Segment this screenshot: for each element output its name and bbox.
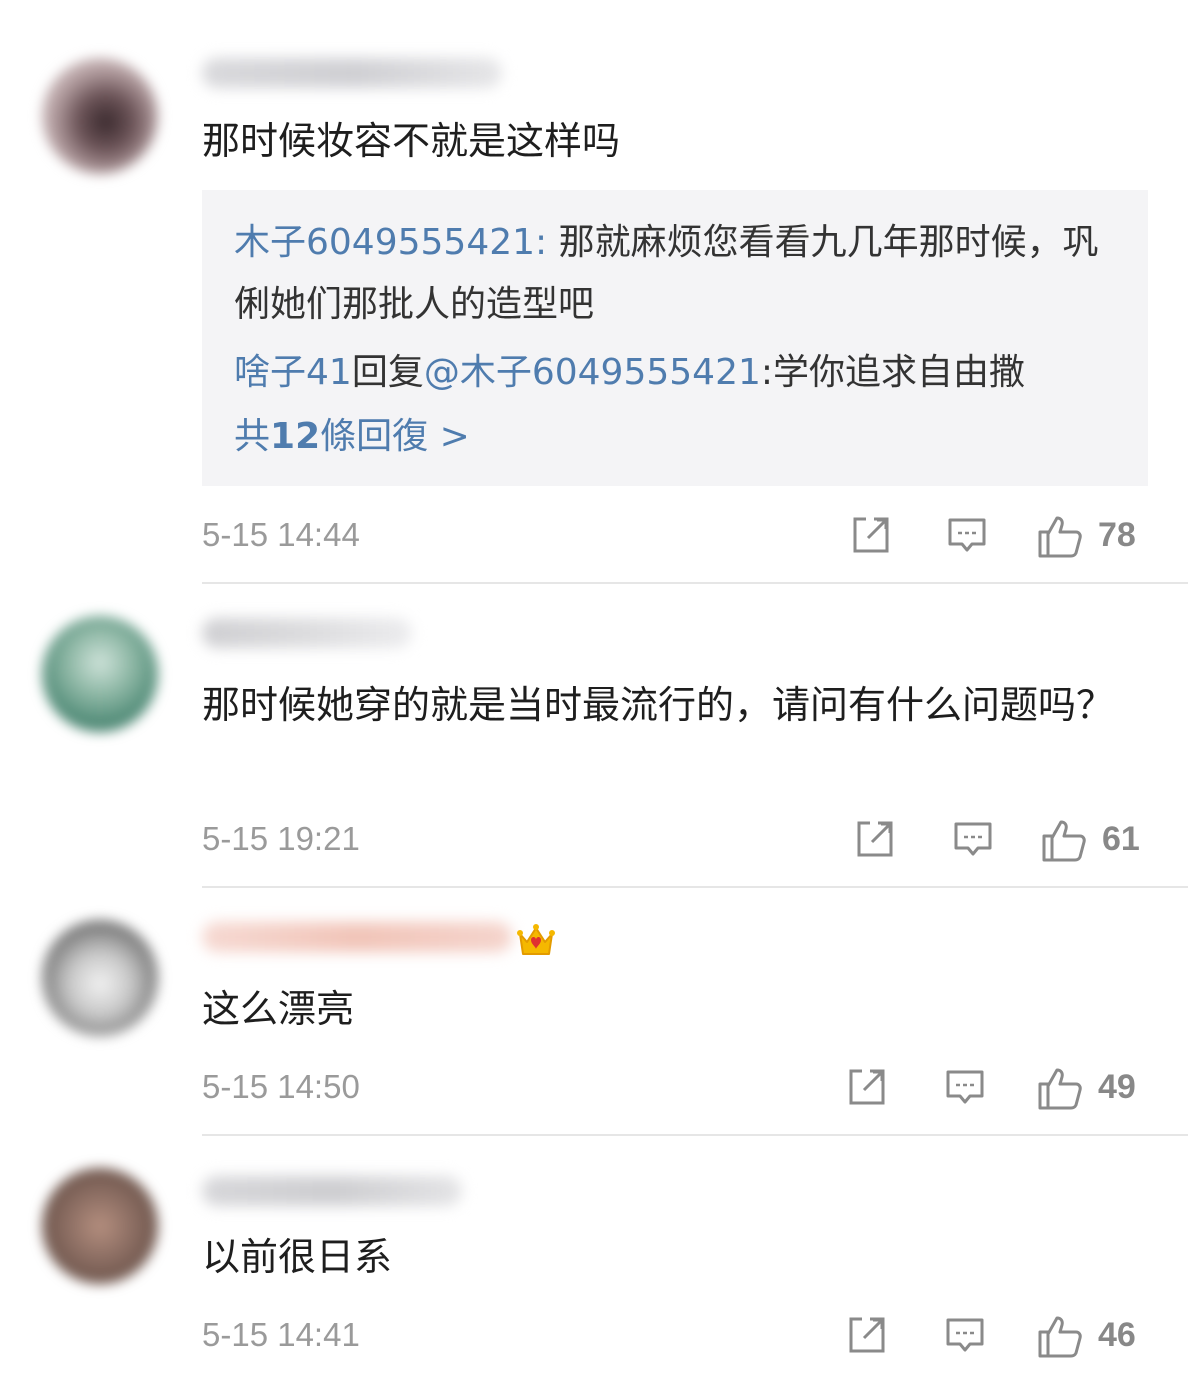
- divider: [202, 886, 1188, 888]
- mention-link[interactable]: @木子6049555421: [424, 352, 761, 393]
- like-button[interactable]: 46: [1036, 1308, 1146, 1364]
- view-all-replies-link[interactable]: 共12條回復 >: [234, 410, 1118, 464]
- crown-badge-icon: [517, 924, 555, 955]
- thumbs-up-icon: [1038, 516, 1082, 558]
- share-icon[interactable]: [854, 818, 896, 860]
- like-button[interactable]: 61: [1040, 812, 1146, 868]
- username-blurred[interactable]: [202, 58, 502, 88]
- username-blurred[interactable]: [202, 618, 412, 648]
- avatar[interactable]: [42, 1168, 158, 1284]
- timestamp: 5-15 14:50: [202, 1068, 360, 1105]
- thumbs-up-icon: [1038, 1316, 1082, 1358]
- like-count: 78: [1098, 516, 1136, 554]
- timestamp: 5-15 14:41: [202, 1316, 360, 1353]
- like-button[interactable]: 49: [1036, 1060, 1146, 1116]
- comment-icon[interactable]: [952, 818, 994, 860]
- timestamp: 5-15 19:21: [202, 820, 360, 857]
- share-icon[interactable]: [850, 514, 892, 556]
- reply-username-link[interactable]: 啥子41: [234, 352, 352, 393]
- divider: [202, 582, 1188, 584]
- avatar[interactable]: [42, 920, 158, 1036]
- reply-username-link[interactable]: 木子6049555421: [234, 222, 535, 263]
- like-count: 46: [1098, 1316, 1136, 1354]
- reply-line: 木子6049555421: 那就麻烦您看看九几年那时候，巩俐她们那批人的造型吧: [234, 222, 1099, 325]
- reply-count-number: 12: [270, 416, 321, 457]
- comment-meta: 5-15 14:44 78: [202, 508, 1152, 564]
- share-icon[interactable]: [846, 1066, 888, 1108]
- username-blurred[interactable]: [202, 922, 512, 952]
- share-icon[interactable]: [846, 1314, 888, 1356]
- avatar[interactable]: [42, 616, 158, 732]
- avatar[interactable]: [42, 58, 158, 174]
- like-count: 49: [1098, 1068, 1136, 1106]
- comment-text: 这么漂亮: [202, 987, 355, 1031]
- reply-text: :学你追求自由撒: [760, 352, 1026, 393]
- reply-connector: 回复: [351, 352, 424, 393]
- comment-meta: 5-15 14:50 49: [202, 1060, 1152, 1116]
- comment-icon[interactable]: [944, 1066, 986, 1108]
- reply-count-prefix: 共: [234, 416, 271, 457]
- like-button[interactable]: 78: [1036, 508, 1146, 564]
- comment-meta: 5-15 14:41 46: [202, 1308, 1152, 1364]
- comment-text: 以前很日系: [202, 1235, 393, 1279]
- comment-meta: 5-15 19:21 61: [202, 812, 1152, 868]
- timestamp: 5-15 14:44: [202, 516, 360, 553]
- comment-text: 那时候她穿的就是当时最流行的，请问有什么问题吗？: [202, 683, 1115, 727]
- username-blurred[interactable]: [202, 1176, 462, 1206]
- thumbs-up-icon: [1042, 820, 1086, 862]
- like-count: 61: [1102, 820, 1140, 858]
- comment-icon[interactable]: [946, 514, 988, 556]
- reply-preview[interactable]: 木子6049555421: 那就麻烦您看看九几年那时候，巩俐她们那批人的造型吧 …: [202, 190, 1148, 486]
- reply-line: 啥子41回复@木子6049555421:学你追求自由撒: [234, 342, 1118, 404]
- thumbs-up-icon: [1038, 1068, 1082, 1110]
- comment-text: 那时候妆容不就是这样吗: [202, 119, 621, 163]
- reply-count-suffix: 條回復 >: [320, 416, 470, 457]
- divider: [202, 1134, 1188, 1136]
- comment-icon[interactable]: [944, 1314, 986, 1356]
